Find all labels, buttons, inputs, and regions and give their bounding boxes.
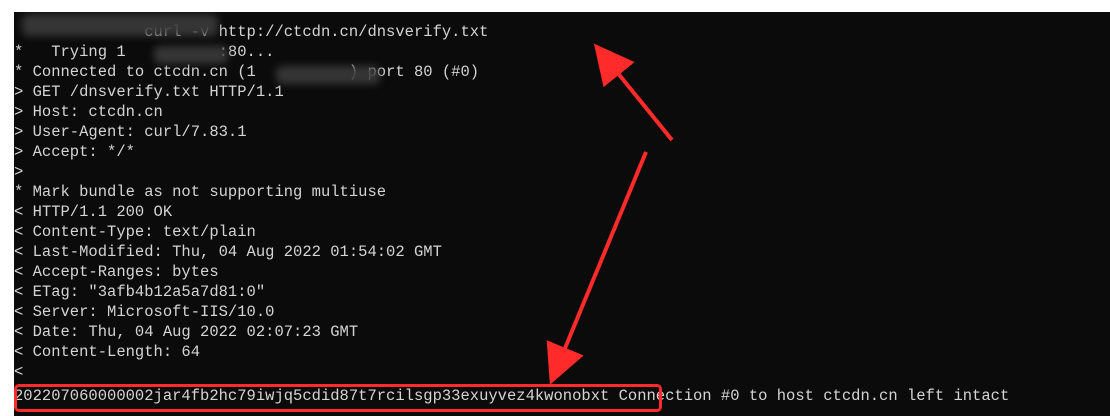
redaction-blur	[154, 46, 228, 64]
terminal-line: * Mark bundle as not supporting multiuse	[14, 183, 387, 201]
token-highlight-box	[14, 384, 662, 412]
connection-status: Connection #0 to host ctcdn.cn left inta…	[609, 387, 1010, 405]
terminal-line: < Server: Microsoft-IIS/10.0	[14, 303, 275, 321]
terminal-line: < Date: Thu, 04 Aug 2022 02:07:23 GMT	[14, 323, 359, 341]
terminal-line: < Last-Modified: Thu, 04 Aug 2022 01:54:…	[14, 243, 442, 261]
redaction-blur	[22, 14, 218, 36]
terminal-line: < HTTP/1.1 200 OK	[14, 203, 173, 221]
terminal-line: < Accept-Ranges: bytes	[14, 263, 219, 281]
terminal-window[interactable]: curl -v http://ctcdn.cn/dnsverify.txt * …	[14, 12, 1110, 416]
terminal-line: < Content-Type: text/plain	[14, 223, 256, 241]
terminal-line: * Trying 1 :80...	[14, 43, 275, 61]
redaction-blur	[276, 66, 380, 84]
terminal-line: > GET /dnsverify.txt HTTP/1.1	[14, 83, 284, 101]
terminal-line: >	[14, 163, 24, 181]
terminal-line: > Host: ctcdn.cn	[14, 103, 163, 121]
terminal-line: < ETag: "3afb4b12a5a7d81:0"	[14, 283, 266, 301]
terminal-line: > User-Agent: curl/7.83.1	[14, 123, 247, 141]
terminal-line: * Connected to ctcdn.cn (1 ) port 80 (#0…	[14, 63, 480, 81]
terminal-line: > Accept: */*	[14, 143, 135, 161]
terminal-line: < Content-Length: 64	[14, 343, 201, 361]
terminal-line: <	[14, 363, 24, 381]
